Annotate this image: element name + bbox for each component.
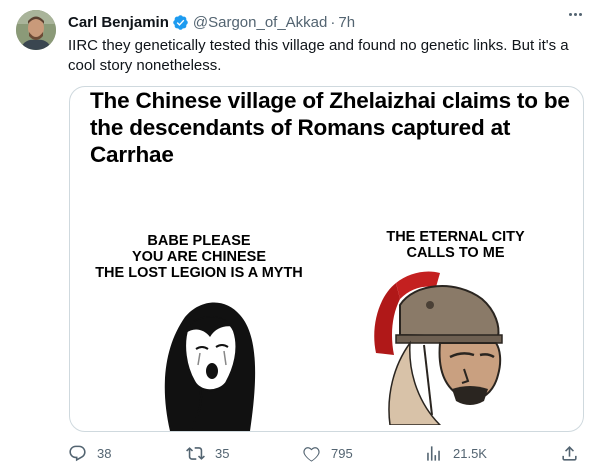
- views-count: 21.5K: [453, 445, 487, 461]
- tweet-media-image[interactable]: The Chinese village of Zhelaizhai claims…: [69, 86, 584, 432]
- left-caption-line: THE LOST LEGION IS A MYTH: [95, 265, 303, 281]
- retweet-count: 35: [215, 445, 230, 461]
- reply-icon: [69, 445, 86, 461]
- roman-soldier-illustration: [374, 271, 503, 425]
- retweet-icon: [186, 446, 205, 460]
- left-caption-line: BABE PLEASE: [147, 233, 251, 249]
- verified-badge-icon: [172, 14, 189, 31]
- heart-icon: [303, 446, 320, 462]
- avatar[interactable]: [16, 10, 56, 50]
- right-caption: THE ETERNAL CITY CALLS TO ME: [348, 229, 563, 261]
- right-caption-line: THE ETERNAL CITY: [386, 229, 525, 245]
- tweet-actions: 38 35 795 21.5K: [68, 438, 584, 468]
- like-button[interactable]: 795: [302, 438, 353, 468]
- header-separator: ·: [330, 13, 336, 31]
- tweet-header: Carl Benjamin @Sargon_of_Akkad · 7h: [68, 12, 582, 32]
- right-caption-line: CALLS TO ME: [406, 245, 505, 261]
- meme-title: The Chinese village of Zhelaizhai claims…: [90, 88, 570, 167]
- left-caption-line: YOU ARE CHINESE: [131, 249, 266, 265]
- retweet-button[interactable]: 35: [186, 438, 229, 468]
- share-icon: [562, 445, 577, 461]
- analytics-icon: [427, 445, 440, 461]
- author-name[interactable]: Carl Benjamin: [68, 14, 169, 31]
- reply-button[interactable]: 38: [68, 438, 111, 468]
- tweet-timestamp[interactable]: 7h: [338, 14, 355, 31]
- avatar-photo: [16, 10, 56, 50]
- author-handle[interactable]: @Sargon_of_Akkad: [193, 14, 327, 31]
- like-count: 795: [331, 445, 353, 461]
- more-options-icon[interactable]: [569, 13, 582, 16]
- share-button[interactable]: [560, 438, 579, 468]
- views-button[interactable]: 21.5K: [424, 438, 487, 468]
- left-caption: BABE PLEASE YOU ARE CHINESE THE LOST LEG…: [80, 233, 318, 281]
- reply-count: 38: [97, 445, 112, 461]
- tweet-text: IIRC they genetically tested this villag…: [68, 37, 569, 74]
- crying-girl-illustration: [164, 302, 256, 431]
